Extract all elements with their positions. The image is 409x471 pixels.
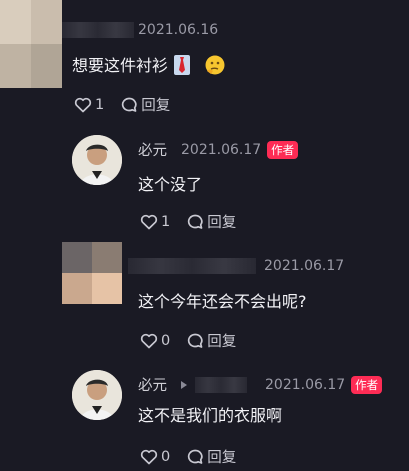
like-button[interactable]: 1 [74,97,104,113]
comment-meta: 2021.06.17 [128,258,344,274]
comment-item: 2021.06.17 这个今年还会不会出呢? 0 回复 [0,240,409,360]
comment-text: 这个没了 [138,175,203,194]
speech-bubble-icon [188,449,203,464]
comment-item: 必元 2021.06.17 作者 这个没了 1 回复 [0,125,409,235]
heart-outline-icon [140,214,158,229]
blurred-username[interactable] [195,376,247,393]
reply-label: 回复 [207,215,237,231]
blurred-username[interactable] [62,22,134,38]
blurred-avatar[interactable] [0,0,62,88]
username[interactable]: 必元 [138,374,167,395]
avatar[interactable] [72,135,122,185]
username[interactable]: 必元 [138,139,167,160]
comment-actions: 0 回复 [140,446,252,467]
reply-label: 回复 [207,450,237,466]
comment-date: 2021.06.16 [138,22,219,38]
comment-item: 必元 2021.06.17 作者 这不是我们的衣服啊 0 回复 [0,362,409,471]
like-count: 0 [161,448,171,465]
thinking-face-emoji [204,54,226,80]
heart-outline-icon [140,333,158,348]
comment-text: 这个今年还会不会出呢? [138,292,307,311]
like-count: 0 [161,332,171,349]
like-count: 1 [161,213,171,230]
comment-meta: 必元 2021.06.17 作者 [138,139,299,160]
blurred-avatar[interactable] [62,242,122,304]
comment-actions: 0 回复 [140,330,252,351]
comment-actions: 1 回复 [74,94,186,115]
reply-button[interactable]: 回复 [186,330,236,351]
like-button[interactable]: 1 [140,214,170,230]
caret-right-icon [181,380,187,389]
reply-button[interactable]: 回复 [120,94,170,115]
speech-bubble-icon [188,214,203,229]
comment-actions: 1 回复 [140,211,252,232]
necktie-emoji [173,54,191,80]
avatar[interactable] [72,370,122,420]
author-badge: 作者 [351,375,383,394]
reply-button[interactable]: 回复 [186,211,236,232]
comment-item: 2021.06.16 想要这件衬衫 1 回复 [0,0,409,120]
like-count: 1 [95,96,105,113]
reply-button[interactable]: 回复 [186,446,236,467]
author-badge: 作者 [267,140,299,159]
blurred-username[interactable] [128,258,256,274]
comment-text: 想要这件衬衫 [72,52,226,80]
comment-meta: 必元 2021.06.17 作者 [138,374,383,395]
comment-date: 2021.06.17 [264,258,345,274]
comment-text: 这不是我们的衣服啊 [138,406,283,425]
speech-bubble-icon [122,97,137,112]
heart-outline-icon [140,449,158,464]
comment-date: 2021.06.17 [265,376,346,393]
comment-meta: 2021.06.16 [62,22,218,38]
comment-date: 2021.06.17 [181,141,262,158]
like-button[interactable]: 0 [140,333,170,349]
heart-outline-icon [74,97,92,112]
like-button[interactable]: 0 [140,449,170,465]
reply-label: 回复 [207,334,237,350]
speech-bubble-icon [188,333,203,348]
reply-label: 回复 [141,98,171,114]
